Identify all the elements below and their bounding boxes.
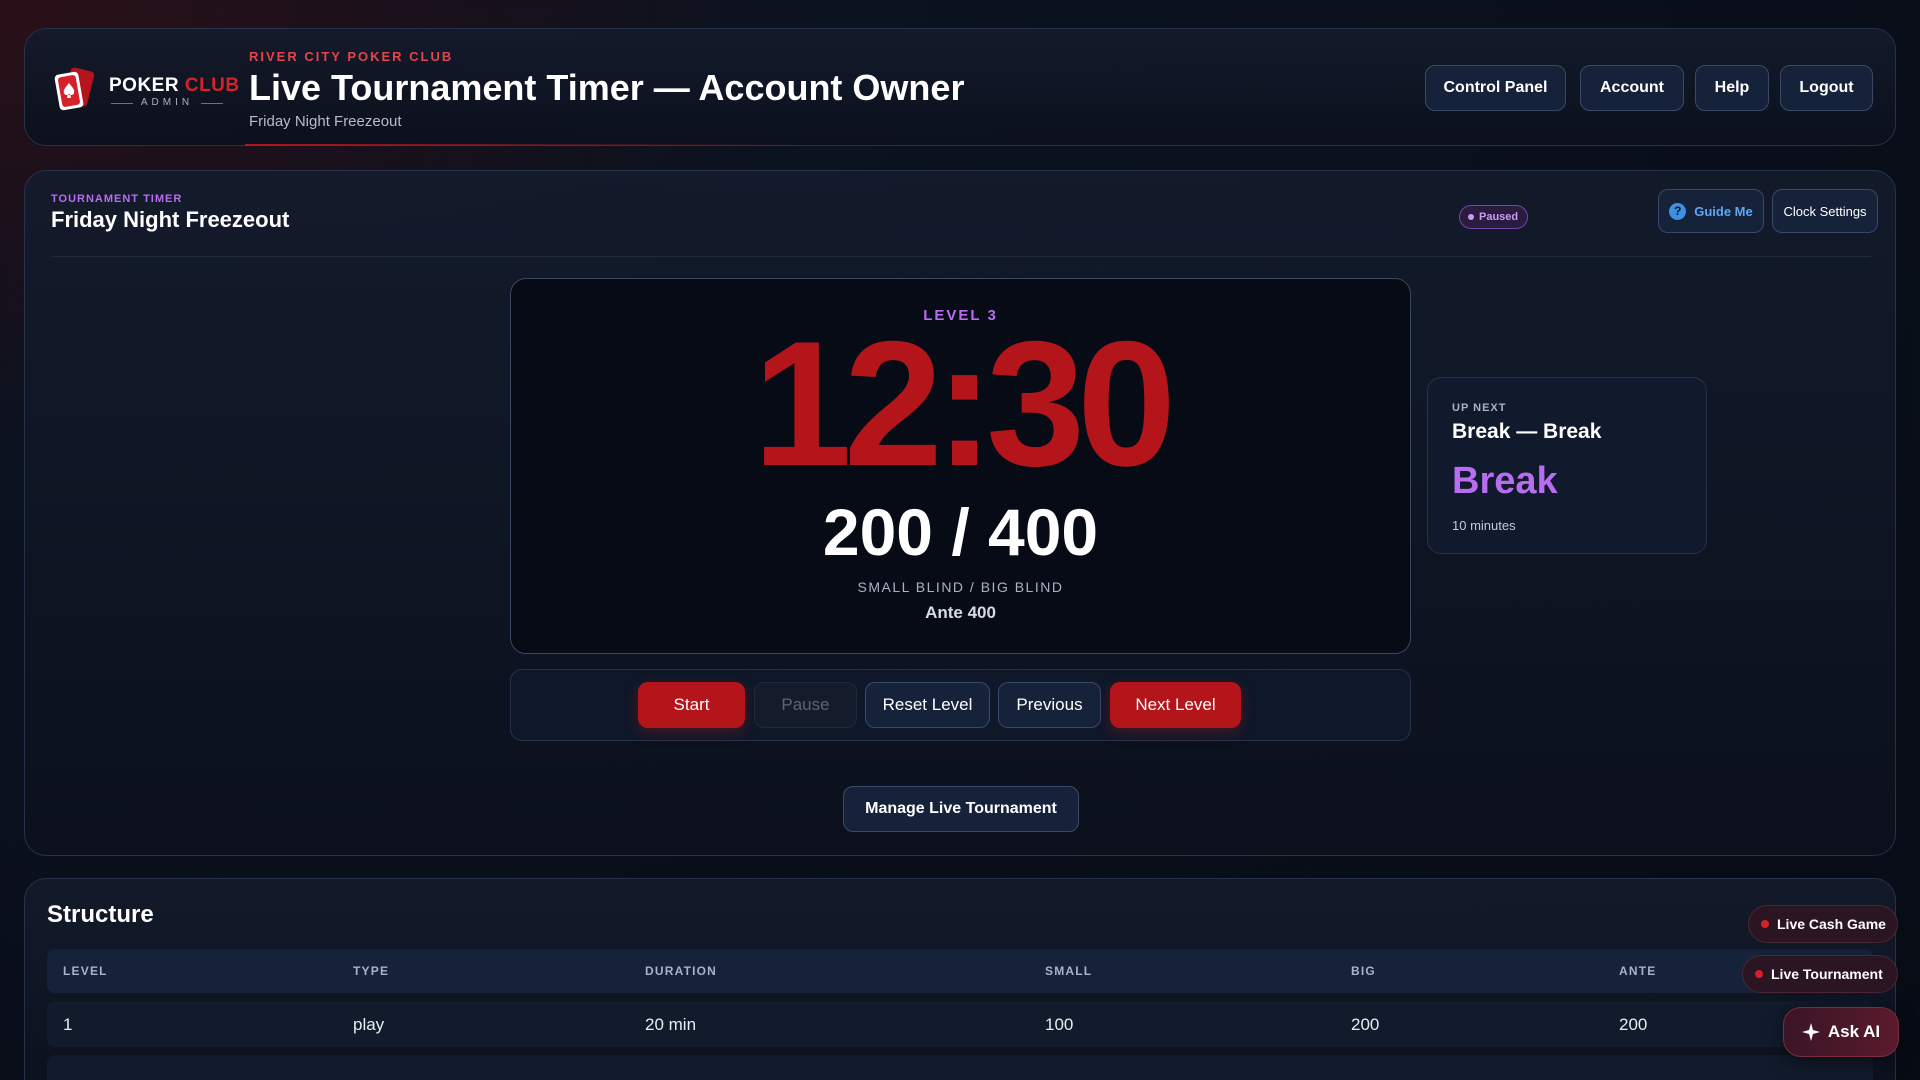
- blinds-caption: SMALL BLIND / BIG BLIND: [857, 579, 1064, 595]
- club-name: RIVER CITY POKER CLUB: [249, 49, 454, 64]
- time-remaining: 12:30: [752, 304, 1176, 503]
- cell-level: 1: [63, 1015, 73, 1034]
- blinds-value: 200 / 400: [822, 495, 1099, 569]
- ask-ai-label: Ask AI: [1827, 1022, 1881, 1041]
- column-header-ante: ANTE: [1619, 964, 1657, 978]
- start-button[interactable]: Start: [638, 682, 745, 728]
- table-row[interactable]: 1 play 20 min 100 200 200: [47, 1001, 1873, 1047]
- up-next-type: Break: [1452, 460, 1558, 502]
- cell-small: 100: [1045, 1015, 1074, 1034]
- column-header-small: SMALL: [1045, 964, 1093, 978]
- guide-me-label: Guide Me: [1694, 203, 1753, 219]
- logout-button[interactable]: Logout: [1780, 65, 1873, 111]
- control-panel-button[interactable]: Control Panel: [1425, 65, 1566, 111]
- next-level-button[interactable]: Next Level: [1110, 682, 1241, 728]
- logo-word-poker: POKER: [109, 75, 180, 96]
- up-next-duration: 10 minutes: [1452, 518, 1516, 533]
- cell-ante: 200: [1619, 1015, 1648, 1034]
- help-button[interactable]: Help: [1695, 65, 1769, 111]
- table-row-partial[interactable]: [47, 1055, 1873, 1080]
- live-tournament-label: Live Tournament: [1771, 966, 1883, 982]
- column-header-duration: DURATION: [645, 964, 718, 978]
- clock-display: LEVEL 3 12:30 200 / 400 SMALL BLIND / BI…: [510, 278, 1411, 654]
- structure-panel: Structure LEVEL TYPE DURATION SMALL BIG …: [24, 878, 1896, 1080]
- up-next-tag: UP NEXT: [1452, 402, 1507, 414]
- column-header-level: LEVEL: [63, 964, 108, 978]
- status-text: Paused: [1479, 211, 1519, 223]
- cell-big: 200: [1351, 1015, 1380, 1034]
- timer-controls: Start Pause Reset Level Previous Next Le…: [510, 669, 1411, 741]
- ask-ai-button[interactable]: Ask AI: [1783, 1007, 1899, 1057]
- logo-word-club: CLUB: [184, 75, 240, 96]
- pause-button[interactable]: Pause: [754, 682, 857, 728]
- live-tournament-button[interactable]: Live Tournament: [1742, 955, 1898, 993]
- account-button[interactable]: Account: [1580, 65, 1684, 111]
- status-dot-icon: [1468, 214, 1474, 220]
- live-cash-game-button[interactable]: Live Cash Game: [1748, 905, 1898, 943]
- section-tag: TOURNAMENT TIMER: [51, 193, 183, 205]
- reset-level-button[interactable]: Reset Level: [865, 682, 990, 728]
- up-next-title: Break — Break: [1452, 420, 1602, 443]
- up-next-card: UP NEXT Break — Break Break 10 minutes: [1427, 377, 1707, 554]
- cell-duration: 20 min: [645, 1015, 697, 1034]
- logo-subtitle: ADMIN: [111, 97, 223, 108]
- page-title: Live Tournament Timer — Account Owner: [249, 67, 965, 108]
- structure-title: Structure: [47, 901, 154, 928]
- guide-me-button[interactable]: ? Guide Me: [1658, 189, 1764, 233]
- playing-card-logo-icon: [54, 67, 95, 111]
- clock-settings-button[interactable]: Clock Settings: [1772, 189, 1878, 233]
- app-header: POKER CLUB ADMIN RIVER CITY POKER CLUB L…: [24, 28, 1896, 146]
- header-accent-line: [245, 144, 805, 146]
- live-dot-icon: [1755, 970, 1763, 978]
- column-header-big: BIG: [1351, 964, 1376, 978]
- section-divider: [51, 256, 1871, 257]
- manage-live-tournament-button[interactable]: Manage Live Tournament: [843, 786, 1079, 832]
- table-header: LEVEL TYPE DURATION SMALL BIG ANTE: [47, 949, 1873, 993]
- previous-level-button[interactable]: Previous: [998, 682, 1101, 728]
- cell-type: play: [353, 1015, 385, 1034]
- ante-value: Ante 400: [925, 603, 996, 622]
- poker-club-logo[interactable]: POKER CLUB ADMIN: [51, 65, 239, 113]
- live-cash-game-label: Live Cash Game: [1777, 916, 1886, 932]
- tournament-timer-panel: TOURNAMENT TIMER Friday Night Freezeout …: [24, 170, 1896, 856]
- question-icon: ?: [1669, 202, 1687, 220]
- status-badge: Paused: [1459, 205, 1529, 229]
- column-header-type: TYPE: [353, 964, 390, 978]
- live-dot-icon: [1761, 920, 1769, 928]
- sparkle-icon: [1801, 1023, 1820, 1041]
- logo-wordmark: POKER CLUB: [109, 75, 240, 97]
- page-subtitle: Friday Night Freezeout: [249, 113, 402, 130]
- tournament-name: Friday Night Freezeout: [51, 207, 290, 232]
